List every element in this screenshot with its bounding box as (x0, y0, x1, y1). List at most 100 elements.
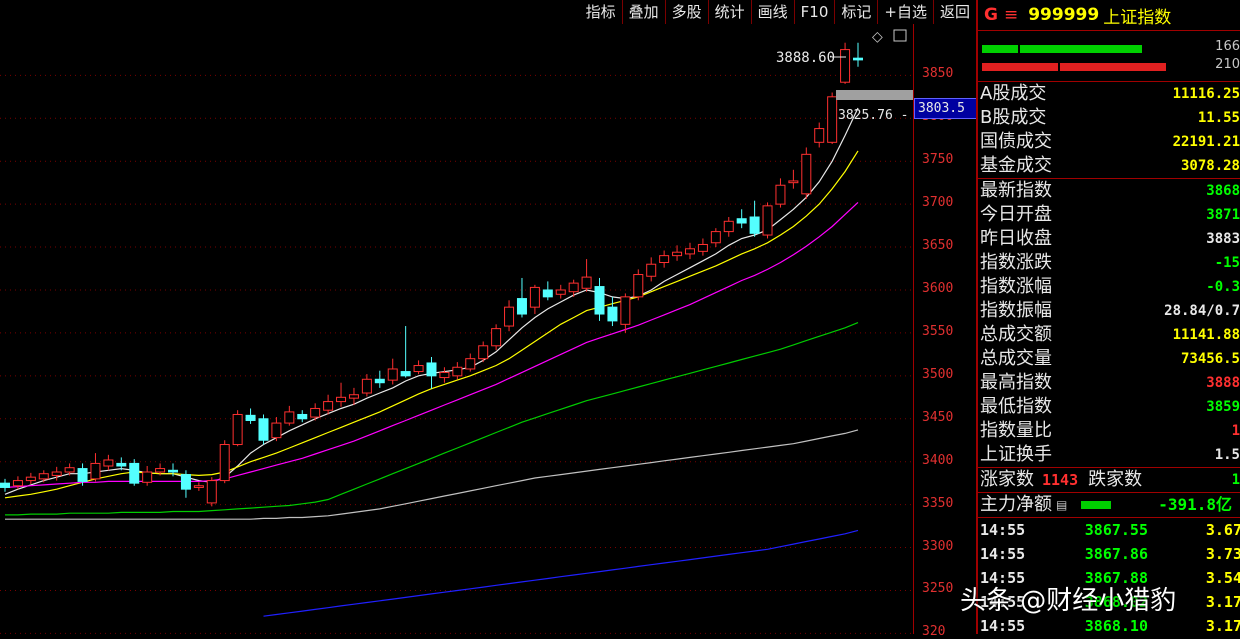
candle-body[interactable] (323, 401, 334, 411)
candle-body[interactable] (840, 49, 851, 83)
candle-body[interactable] (581, 276, 592, 289)
index-stat-value: -0.3 (1206, 279, 1240, 295)
tick-volume: 3.17 (1205, 617, 1240, 635)
candle-body[interactable] (827, 96, 838, 143)
candle-body[interactable] (180, 474, 191, 490)
price-tick-label: 3550 (922, 323, 954, 339)
top-toolbar: 指标 叠加 多股 统计 画线 F10 标记 +自选 返回 (579, 0, 976, 24)
candle-body[interactable] (12, 480, 23, 487)
candle-body[interactable] (659, 255, 670, 264)
candle-body[interactable] (452, 366, 463, 377)
menu-icon[interactable]: ≡ (1004, 5, 1018, 25)
price-tick-label: 3250 (922, 581, 954, 597)
index-stat-row: 最低指数 3859 (978, 395, 1240, 419)
candle-body[interactable] (607, 306, 618, 322)
candle-body[interactable] (64, 467, 75, 473)
candle-body[interactable] (206, 480, 217, 504)
updown-row: 涨家数 1143 跌家数 1 (978, 467, 1240, 492)
candle-body[interactable] (646, 263, 657, 277)
candle-body[interactable] (245, 414, 256, 421)
candle-body[interactable] (297, 413, 308, 420)
candle-body[interactable] (129, 462, 140, 484)
toolbar-indicator-button[interactable]: 指标 (580, 0, 622, 24)
candle-body[interactable] (814, 128, 825, 143)
candle-body[interactable] (516, 298, 527, 315)
turnover-row: 国债成交 22191.21 (978, 130, 1240, 154)
candle-body[interactable] (853, 57, 863, 61)
candle-body[interactable] (633, 274, 644, 298)
index-stat-label: 最新指数 (980, 180, 1052, 201)
candle-body[interactable] (529, 286, 540, 308)
candle-body[interactable] (620, 296, 631, 325)
candle-body[interactable] (710, 231, 721, 244)
index-stat-row: 昨日收盘 3883 (978, 227, 1240, 251)
toolbar-f10-button[interactable]: F10 (793, 0, 835, 24)
toolbar-multi-stock-button[interactable]: 多股 (664, 0, 708, 24)
candle-body[interactable] (310, 407, 321, 418)
candle-body[interactable] (400, 371, 411, 377)
candle-body[interactable] (51, 471, 62, 476)
toolbar-back-button[interactable]: 返回 (932, 0, 976, 24)
toolbar-mark-button[interactable]: 标记 (834, 0, 877, 24)
candle-body[interactable] (413, 365, 424, 373)
candle-body[interactable] (478, 345, 489, 360)
index-stat-row: 最高指数 3888 (978, 371, 1240, 395)
candle-body[interactable] (155, 468, 166, 473)
toolbar-statistics-button[interactable]: 统计 (707, 0, 751, 24)
candle-body[interactable] (38, 473, 49, 480)
candle-body[interactable] (775, 184, 786, 205)
candle-body[interactable] (491, 328, 502, 347)
candle-body[interactable] (504, 306, 515, 327)
turnover-value: 22191.21 (1172, 134, 1240, 150)
candle-body[interactable] (193, 485, 204, 488)
candle-body[interactable] (801, 153, 812, 195)
candle-body[interactable] (0, 482, 10, 488)
candle-body[interactable] (142, 471, 153, 483)
candle-body[interactable] (271, 422, 282, 439)
candle-body[interactable] (336, 396, 347, 403)
kline-chart[interactable]: 3888.60 3825.76 - ◇ (0, 0, 913, 634)
tick-volume: 3.67 (1205, 521, 1240, 539)
candle-body[interactable] (168, 469, 179, 473)
candle-body[interactable] (542, 289, 553, 298)
candle-body[interactable] (374, 378, 385, 384)
index-stats: 最新指数 3868 今日开盘 3871 昨日收盘 3883 指数涨跌 -15 指数涨幅 -0.3 指… (978, 178, 1240, 467)
candle-body[interactable] (439, 371, 450, 379)
candle-body[interactable] (25, 476, 36, 482)
price-tick-label: 3750 (922, 152, 954, 168)
candle-body[interactable] (723, 220, 734, 233)
candle-body[interactable] (684, 248, 695, 255)
kline-chart-panel[interactable]: 3888.60 3825.76 - ◇ (0, 0, 913, 634)
candle-body[interactable] (672, 251, 683, 257)
candle-body[interactable] (219, 444, 230, 482)
candle-body[interactable] (232, 413, 243, 446)
toolbar-overlay-button[interactable]: 叠加 (621, 0, 665, 24)
candle-body[interactable] (116, 462, 127, 467)
candle-body[interactable] (90, 462, 101, 480)
candle-body[interactable] (555, 289, 566, 295)
candle-body[interactable] (387, 368, 398, 381)
g-label[interactable]: G (984, 5, 998, 25)
candle-body[interactable] (103, 459, 114, 467)
candle-body[interactable] (348, 394, 359, 399)
window-toggle-icon[interactable] (893, 29, 907, 42)
candle-body[interactable] (258, 418, 269, 441)
candle-body[interactable] (762, 205, 773, 236)
candle-body[interactable] (361, 378, 372, 394)
candle-body[interactable] (465, 358, 476, 370)
diamond-icon[interactable]: ◇ (872, 29, 883, 45)
candle-body[interactable] (788, 180, 799, 184)
candle-body[interactable] (426, 362, 437, 377)
toolbar-draw-line-button[interactable]: 画线 (750, 0, 794, 24)
candle-body[interactable] (749, 216, 760, 234)
list-icon[interactable]: ▤ (1056, 493, 1067, 517)
candle-body[interactable] (77, 468, 88, 482)
watermark: 头条 @财经小猎豹 (960, 586, 1177, 616)
candle-body[interactable] (594, 286, 605, 315)
candle-body[interactable] (284, 411, 295, 424)
toolbar-add-watchlist-button[interactable]: +自选 (877, 0, 933, 24)
candle-body[interactable] (736, 218, 747, 224)
candle-body[interactable] (697, 243, 708, 252)
candle-body[interactable] (568, 282, 579, 293)
up-count-label: 涨家数 (980, 469, 1034, 490)
